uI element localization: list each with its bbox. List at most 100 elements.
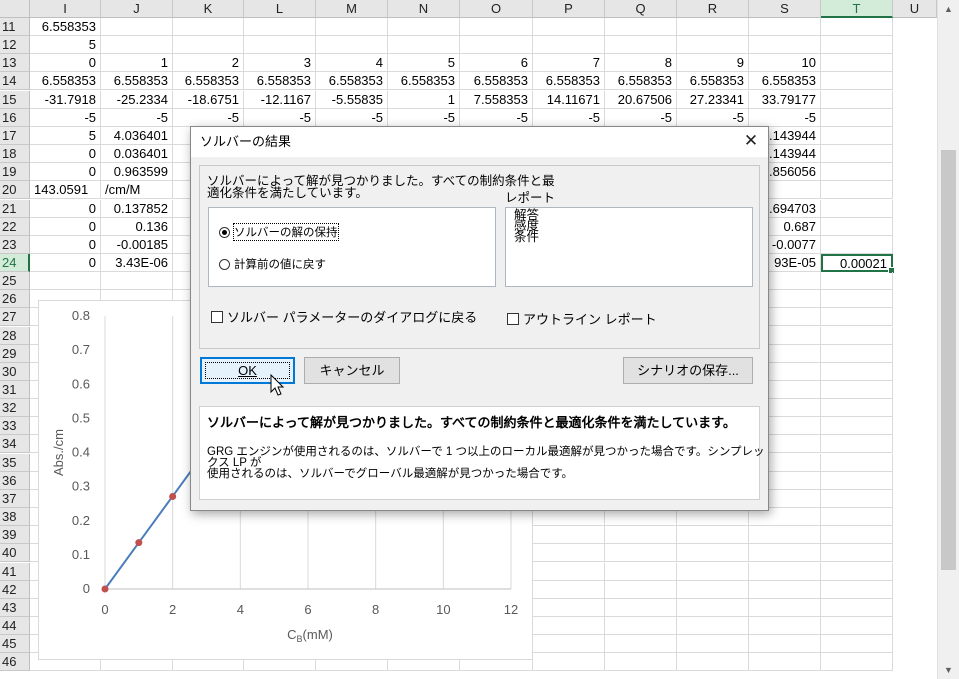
report-listbox[interactable]: 解答 感度 条件	[505, 207, 753, 287]
row-header-43[interactable]: 43	[0, 598, 30, 617]
cell-j17[interactable]: 4.036401	[101, 126, 173, 145]
row-header-46[interactable]: 46	[0, 653, 30, 672]
cell-r44[interactable]	[677, 616, 749, 635]
cell-q14[interactable]: 6.558353	[605, 72, 677, 91]
cell-q46[interactable]	[605, 653, 677, 672]
cell-t37[interactable]	[821, 489, 893, 508]
row-header-11[interactable]: 11	[0, 18, 30, 36]
cell-s39[interactable]	[749, 526, 821, 545]
checkbox-return-to-params[interactable]: ソルバー パラメーターのダイアログに戻る	[211, 307, 477, 326]
report-item-limits[interactable]: 条件	[506, 231, 752, 244]
cell-m16[interactable]: -5	[316, 108, 388, 127]
cell-s45[interactable]	[749, 635, 821, 654]
column-header-p[interactable]: P	[533, 0, 605, 18]
cell-q44[interactable]	[605, 616, 677, 635]
row-header-17[interactable]: 17	[0, 126, 30, 145]
cell-t39[interactable]	[821, 526, 893, 545]
column-header-m[interactable]: M	[316, 0, 388, 18]
row-header-23[interactable]: 23	[0, 235, 30, 254]
cell-p11[interactable]	[533, 18, 605, 36]
cell-q43[interactable]	[605, 598, 677, 617]
cell-s14[interactable]: 6.558353	[749, 72, 821, 91]
cell-q42[interactable]	[605, 580, 677, 599]
cell-t26[interactable]	[821, 290, 893, 309]
cell-n13[interactable]: 5	[388, 54, 460, 73]
cell-o11[interactable]	[460, 18, 533, 36]
cell-s11[interactable]	[749, 18, 821, 36]
cell-k11[interactable]	[173, 18, 244, 36]
cell-q45[interactable]	[605, 635, 677, 654]
cell-l15[interactable]: -12.1167	[244, 90, 316, 109]
cell-j24[interactable]: 3.43E-06	[101, 253, 173, 272]
cell-p46[interactable]	[533, 653, 605, 672]
cell-i20[interactable]: 143.0591	[30, 181, 101, 200]
checkbox-outline-report[interactable]: アウトライン レポート	[507, 309, 657, 328]
column-header-q[interactable]: Q	[605, 0, 677, 18]
radio-keep-label[interactable]: ソルバーの解の保持	[233, 223, 339, 241]
cell-i24[interactable]: 0	[30, 253, 101, 272]
row-header-26[interactable]: 26	[0, 290, 30, 309]
row-header-34[interactable]: 34	[0, 435, 30, 454]
column-header-r[interactable]: R	[677, 0, 749, 18]
cell-r12[interactable]	[677, 36, 749, 55]
cell-r16[interactable]: -5	[677, 108, 749, 127]
cell-m11[interactable]	[316, 18, 388, 36]
cell-q15[interactable]: 20.67506	[605, 90, 677, 109]
radio-restore-values[interactable]: 計算前の値に戻す	[219, 256, 326, 272]
row-header-15[interactable]: 15	[0, 90, 30, 109]
cell-t25[interactable]	[821, 272, 893, 291]
cell-q41[interactable]	[605, 562, 677, 581]
cell-p42[interactable]	[533, 580, 605, 599]
cell-q39[interactable]	[605, 526, 677, 545]
row-header-44[interactable]: 44	[0, 616, 30, 635]
checkbox-return-box[interactable]	[211, 310, 223, 323]
cell-j12[interactable]	[101, 36, 173, 55]
cell-p41[interactable]	[533, 562, 605, 581]
cell-p14[interactable]: 6.558353	[533, 72, 605, 91]
cell-t33[interactable]	[821, 417, 893, 436]
cell-s16[interactable]: -5	[749, 108, 821, 127]
cell-t18[interactable]	[821, 145, 893, 164]
cell-t19[interactable]	[821, 163, 893, 182]
cell-t12[interactable]	[821, 36, 893, 55]
scroll-up-arrow-icon[interactable]: ▲	[938, 0, 959, 18]
cell-r43[interactable]	[677, 598, 749, 617]
cell-m13[interactable]: 4	[316, 54, 388, 73]
cell-m14[interactable]: 6.558353	[316, 72, 388, 91]
cell-s46[interactable]	[749, 653, 821, 672]
row-header-32[interactable]: 32	[0, 399, 30, 418]
checkbox-outline-label[interactable]: アウトライン レポート	[523, 309, 657, 328]
cell-m15[interactable]: -5.55835	[316, 90, 388, 109]
cell-l14[interactable]: 6.558353	[244, 72, 316, 91]
cell-r42[interactable]	[677, 580, 749, 599]
cell-n14[interactable]: 6.558353	[388, 72, 460, 91]
cell-i22[interactable]: 0	[30, 217, 101, 236]
cell-t20[interactable]	[821, 181, 893, 200]
cell-p16[interactable]: -5	[533, 108, 605, 127]
vertical-scrollbar[interactable]: ▲ ▼	[937, 0, 959, 679]
row-header-40[interactable]: 40	[0, 544, 30, 563]
row-header-25[interactable]: 25	[0, 272, 30, 291]
cell-m12[interactable]	[316, 36, 388, 55]
cell-j15[interactable]: -25.2334	[101, 90, 173, 109]
cell-t15[interactable]	[821, 90, 893, 109]
radio-keep-dot[interactable]	[219, 226, 230, 238]
cell-t13[interactable]	[821, 54, 893, 73]
row-header-39[interactable]: 39	[0, 526, 30, 545]
cell-n15[interactable]: 1	[388, 90, 460, 109]
cell-t42[interactable]	[821, 580, 893, 599]
cell-l13[interactable]: 3	[244, 54, 316, 73]
cell-t38[interactable]	[821, 508, 893, 527]
cell-i23[interactable]: 0	[30, 235, 101, 254]
cell-o14[interactable]: 6.558353	[460, 72, 533, 91]
cell-i15[interactable]: -31.7918	[30, 90, 101, 109]
cell-j23[interactable]: -0.00185	[101, 235, 173, 254]
cell-l16[interactable]: -5	[244, 108, 316, 127]
cell-s15[interactable]: 33.79177	[749, 90, 821, 109]
cell-r14[interactable]: 6.558353	[677, 72, 749, 91]
cell-o13[interactable]: 6	[460, 54, 533, 73]
cell-s43[interactable]	[749, 598, 821, 617]
cell-p44[interactable]	[533, 616, 605, 635]
cell-p40[interactable]	[533, 544, 605, 563]
row-header-38[interactable]: 38	[0, 508, 30, 527]
